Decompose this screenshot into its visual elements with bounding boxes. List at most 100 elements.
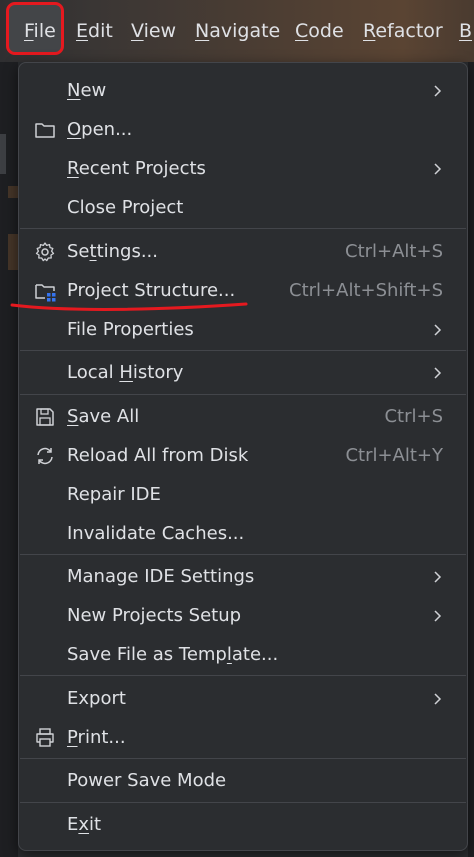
menu-code-mnemonic: C (295, 20, 309, 42)
menu-navigate[interactable]: Navigate (195, 19, 280, 43)
label-text: Se (67, 241, 90, 262)
menu-build[interactable]: B (459, 19, 472, 43)
menu-view[interactable]: View (131, 19, 176, 43)
menu-item-power-save-label: Power Save Mode (67, 770, 227, 791)
shortcut-settings: Ctrl+Alt+S (345, 241, 443, 262)
menu-edit[interactable]: Edit (76, 19, 113, 43)
menu-refactor-label: efactor (375, 20, 443, 42)
label-text: it (89, 814, 102, 835)
menu-item-invalidate-caches[interactable]: Invalidate Caches... (19, 517, 467, 551)
menu-item-manage-ide-settings[interactable]: Manage IDE Settings (19, 560, 467, 594)
menu-item-reload-label: Reload All from Disk (67, 445, 249, 466)
menu-item-file-properties[interactable]: File Properties (19, 313, 467, 347)
menu-item-repair-ide[interactable]: Repair IDE (19, 478, 467, 512)
menu-file-mnemonic: F (24, 20, 34, 42)
shortcut-project-structure: Ctrl+Alt+Shift+S (289, 280, 443, 301)
menu-separator (20, 802, 466, 803)
menu-item-recent-label: Recent Projects (67, 157, 206, 181)
menu-item-recent-projects[interactable]: Recent Projects (19, 152, 467, 186)
chevron-right-icon (434, 163, 442, 175)
file-dropdown-menu: New Open... Recent Projects Close Projec… (18, 62, 468, 851)
folder-icon (35, 123, 55, 138)
menu-item-power-save-mode[interactable]: Power Save Mode (19, 764, 467, 798)
label-text: ave All (78, 406, 140, 427)
menu-item-exit-label: Exit (67, 813, 101, 837)
chevron-right-icon (434, 367, 442, 379)
menu-item-local-history[interactable]: Local History (19, 356, 467, 390)
chevron-right-icon (434, 693, 442, 705)
mnemonic: O (67, 119, 82, 140)
menu-view-mnemonic: V (131, 20, 144, 42)
menu-item-close-project-label: Close Project (67, 197, 184, 218)
ide-window: File Edit View Navigate Code Refactor B … (0, 0, 474, 857)
project-structure-icon (35, 284, 56, 302)
menu-edit-mnemonic: E (76, 20, 89, 42)
menu-item-reload-all[interactable]: Reload All from Disk Ctrl+Alt+Y (19, 439, 467, 473)
menu-separator (20, 675, 466, 676)
menu-navigate-label: avigate (209, 20, 281, 42)
mnemonic: R (67, 158, 79, 179)
menu-item-new[interactable]: New (19, 74, 467, 108)
menu-item-file-properties-label: File Properties (67, 319, 194, 340)
shortcut-reload: Ctrl+Alt+Y (345, 445, 443, 466)
label-text: pen... (81, 119, 133, 140)
label-text: tings... (96, 241, 158, 262)
menu-item-settings[interactable]: Settings... Ctrl+Alt+S (19, 235, 467, 269)
save-icon (36, 408, 54, 426)
menu-item-save-all-label: Save All (67, 405, 139, 429)
printer-icon (36, 728, 54, 747)
menu-item-new-projects-setup-label: New Projects Setup (67, 605, 242, 626)
menu-refactor[interactable]: Refactor (363, 19, 443, 43)
menu-bar: File Edit View Navigate Code Refactor B (0, 0, 474, 62)
label-text: Save File as Temp (67, 644, 227, 665)
label-text: istory (132, 362, 184, 383)
tool-window-tab[interactable] (0, 134, 6, 174)
menu-item-local-history-label: Local History (67, 361, 183, 385)
menu-build-mnemonic: B (459, 20, 473, 42)
label-text: ate... (231, 644, 279, 665)
editor-background-right (468, 62, 474, 857)
menu-separator (20, 350, 466, 351)
chevron-right-icon (434, 85, 442, 97)
menu-refactor-mnemonic: R (363, 20, 376, 42)
menu-separator (20, 394, 466, 395)
menu-item-export-label: Export (67, 688, 126, 709)
reload-icon (37, 447, 53, 465)
menu-item-open[interactable]: Open... (19, 113, 467, 147)
gear-icon (35, 242, 55, 262)
menu-item-open-label: Open... (67, 118, 132, 142)
shortcut-save-all: Ctrl+S (384, 406, 443, 427)
highlight-line (8, 234, 18, 270)
menu-item-close-project[interactable]: Close Project (19, 191, 467, 225)
menu-item-new-projects-setup[interactable]: New Projects Setup (19, 599, 467, 633)
mnemonic: N (67, 80, 81, 101)
label-text: ew (80, 80, 107, 101)
label-text: Local (67, 362, 120, 383)
menu-item-manage-ide-label: Manage IDE Settings (67, 566, 255, 587)
menu-item-export[interactable]: Export (19, 682, 467, 716)
menu-item-save-template-label: Save File as Template... (67, 643, 278, 667)
menu-item-settings-label: Settings... (67, 240, 158, 264)
menu-file[interactable]: File (24, 19, 56, 43)
menu-item-print[interactable]: Print... (19, 721, 467, 755)
menu-code[interactable]: Code (295, 19, 344, 43)
chevron-right-icon (434, 571, 442, 583)
mnemonic: P (67, 727, 78, 748)
menu-item-invalidate-label: Invalidate Caches... (67, 523, 245, 544)
menu-view-label: iew (143, 20, 177, 42)
mnemonic: t (89, 241, 97, 262)
chevron-right-icon (434, 610, 442, 622)
menu-item-save-all[interactable]: Save All Ctrl+S (19, 400, 467, 434)
editor-background-left (0, 62, 18, 857)
menu-edit-label: dit (88, 20, 113, 42)
chevron-right-icon (434, 324, 442, 336)
menu-item-save-as-template[interactable]: Save File as Template... (19, 638, 467, 672)
menu-code-label: ode (308, 20, 344, 42)
label-text: E (67, 814, 79, 835)
menu-item-project-structure[interactable]: Project Structure... Ctrl+Alt+Shift+S (19, 274, 467, 308)
menu-item-project-structure-label: Project Structure... (67, 280, 236, 301)
menu-separator (20, 758, 466, 759)
menu-navigate-mnemonic: N (195, 20, 210, 42)
menu-separator (20, 554, 466, 555)
menu-item-exit[interactable]: Exit (19, 808, 467, 842)
